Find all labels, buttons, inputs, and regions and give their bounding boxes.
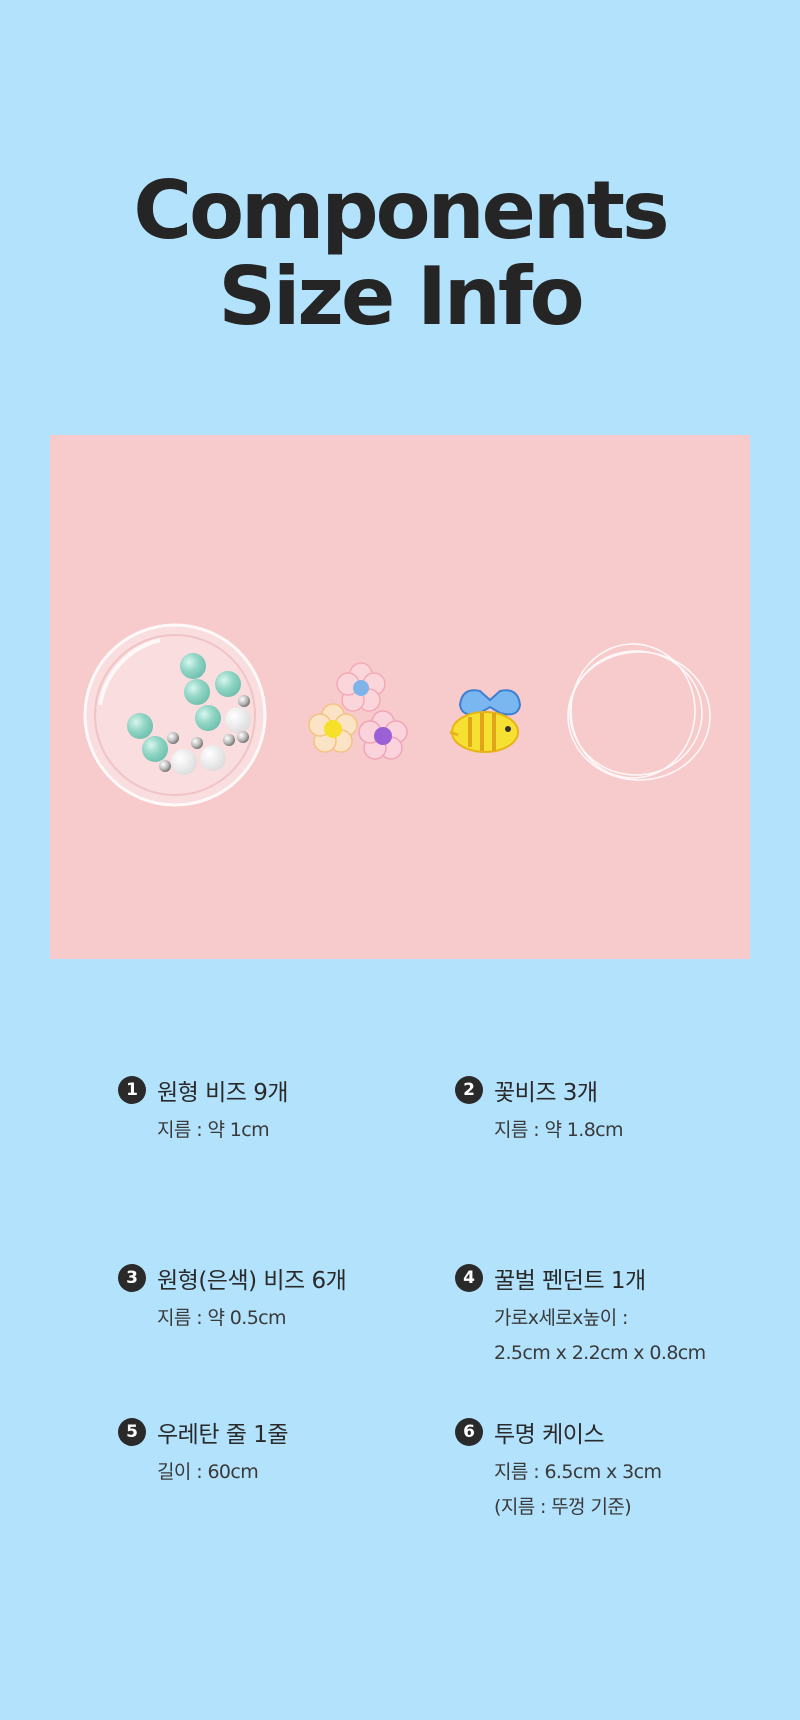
component-name: 원형(은색) 비즈 6개 xyxy=(157,1268,347,1294)
urethane-string xyxy=(567,643,711,781)
component-detail: 2.5cm x 2.2cm x 0.8cm xyxy=(494,1342,706,1364)
component-detail: (지름 : 뚜껑 기준) xyxy=(494,1496,632,1518)
flower-bead-blue xyxy=(336,662,386,712)
component-name: 원형 비즈 9개 xyxy=(157,1080,289,1106)
component-detail: 지름 : 약 1.8cm xyxy=(494,1119,624,1141)
number-badge: 1 xyxy=(118,1076,146,1104)
component-item-1: 1 원형 비즈 9개 지름 : 약 1cm xyxy=(118,1073,289,1148)
component-detail: 지름 : 약 0.5cm xyxy=(157,1307,287,1329)
component-name: 꽃비즈 3개 xyxy=(494,1080,598,1106)
component-item-6: 6 투명 케이스 지름 : 6.5cm x 3cm (지름 : 뚜껑 기준) xyxy=(455,1415,662,1525)
component-name: 투명 케이스 xyxy=(494,1422,605,1448)
component-item-3: 3 원형(은색) 비즈 6개 지름 : 약 0.5cm xyxy=(118,1261,347,1336)
number-badge: 5 xyxy=(118,1418,146,1446)
components-photo xyxy=(50,435,750,959)
component-detail: 길이 : 60cm xyxy=(157,1461,259,1483)
title-line-1: Components xyxy=(133,164,669,257)
number-badge: 6 xyxy=(455,1418,483,1446)
component-detail: 지름 : 약 1cm xyxy=(157,1119,270,1141)
number-badge: 4 xyxy=(455,1264,483,1292)
bee-pendant xyxy=(449,689,522,753)
page-title: Components Size Info xyxy=(0,168,800,340)
number-badge: 3 xyxy=(118,1264,146,1292)
flower-bead-purple xyxy=(358,710,408,760)
title-line-2: Size Info xyxy=(218,250,584,343)
component-item-5: 5 우레탄 줄 1줄 길이 : 60cm xyxy=(118,1415,289,1490)
component-detail: 가로x세로x높이 : xyxy=(494,1307,628,1329)
components-illustration xyxy=(83,623,711,807)
component-item-2: 2 꽃비즈 3개 지름 : 약 1.8cm xyxy=(455,1073,624,1148)
component-item-4: 4 꿀벌 펜던트 1개 가로x세로x높이 : 2.5cm x 2.2cm x 0… xyxy=(455,1261,706,1371)
component-name: 꿀벌 펜던트 1개 xyxy=(494,1268,646,1294)
number-badge: 2 xyxy=(455,1076,483,1104)
component-detail: 지름 : 6.5cm x 3cm xyxy=(494,1461,662,1483)
component-name: 우레탄 줄 1줄 xyxy=(157,1422,289,1448)
